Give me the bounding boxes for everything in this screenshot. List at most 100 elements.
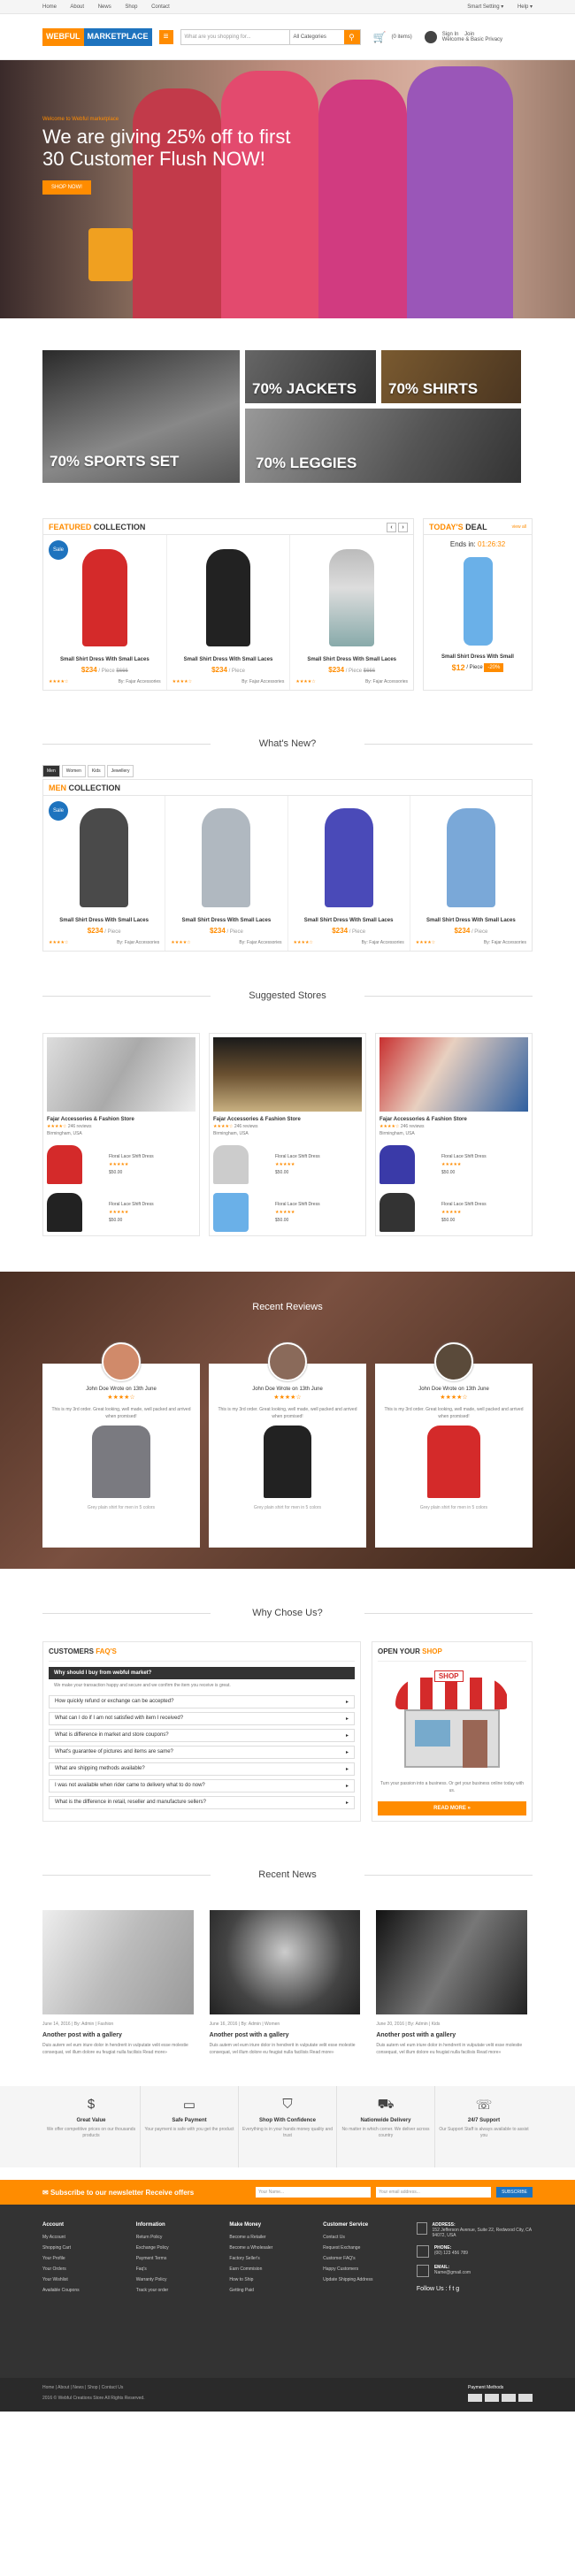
featured-collection: FEATURED COLLECTION ‹ › Sale Small Shirt … (42, 518, 414, 691)
features-bar: $ Great Value We offer competitive prices … (0, 2086, 575, 2167)
hero-model-3 (318, 80, 407, 318)
user-icon (424, 30, 437, 43)
bottom-bar: Home | About | News | Shop | Contact Us … (0, 2378, 575, 2412)
tab-kids[interactable]: Kids (87, 765, 105, 777)
search-input[interactable]: What are you shopping for... (181, 30, 289, 44)
truck-icon: ⛟ (377, 2097, 395, 2112)
store-card[interactable]: Fajar Accessories & Fashion Store ★★★★☆ … (375, 1033, 533, 1236)
faq-item[interactable]: What is the difference in retail, resell… (49, 1796, 355, 1809)
view-all-link[interactable]: view all (512, 524, 526, 530)
news-title[interactable]: Another post with a gallery (376, 2032, 527, 2038)
cart[interactable]: 🛒 (0 items) (373, 31, 412, 43)
next-arrow-icon[interactable]: › (398, 522, 408, 532)
account[interactable]: Sign In Join Welcome & Basic Privacy (424, 30, 502, 43)
prev-arrow-icon[interactable]: ‹ (387, 522, 396, 532)
search-icon[interactable]: ⚲ (343, 29, 360, 44)
faq-item[interactable]: What are shipping methods available? ▸ (49, 1762, 355, 1776)
product-card[interactable]: Small Shirt Dress With Small Laces $234 … (288, 796, 410, 951)
paypal-icon (502, 2394, 516, 2402)
hero-small-text: Welcome to Webful marketplace (42, 117, 119, 122)
news-card[interactable]: June 14, 2016 | By: Admin | Fashion Anot… (42, 1910, 199, 2056)
faq-item[interactable]: How quickly refund or exchange can be ac… (49, 1695, 355, 1708)
faq-item[interactable]: What can I do if I am not satisfied with… (49, 1712, 355, 1725)
top-links: Home About News Shop Contact (42, 4, 182, 10)
store-card[interactable]: Fajar Accessories & Fashion Store ★★★★☆ … (209, 1033, 366, 1236)
news-card[interactable]: June 20, 2016 | By: Admin | Kids Another… (376, 1910, 533, 2056)
top-link-news[interactable]: News (98, 4, 111, 10)
expand-icon: ▸ (345, 1700, 349, 1705)
faq-item[interactable]: What is difference in market and store c… (49, 1729, 355, 1742)
shield-icon: ⛉ (282, 2097, 293, 2112)
help-menu[interactable]: Help ▾ (518, 4, 533, 10)
product-name[interactable]: Small Shirt Dress With Small Laces (49, 657, 161, 662)
banner-shirts[interactable]: 70% SHIRTS (381, 350, 521, 403)
avatar (268, 1342, 307, 1381)
store-name[interactable]: Fajar Accessories & Fashion Store (213, 1117, 362, 1122)
banner-leggies[interactable]: 70% LEGGIES (245, 409, 521, 483)
store-card[interactable]: Fajar Accessories & Fashion Store ★★★★☆ … (42, 1033, 200, 1236)
product-name[interactable]: Small Shirt Dress With Small Laces (172, 657, 285, 662)
store-name[interactable]: Fajar Accessories & Fashion Store (47, 1117, 196, 1122)
phone-icon (416, 2245, 429, 2258)
sale-badge: Sale (49, 540, 68, 560)
menu-icon[interactable]: ≡ (158, 29, 173, 44)
signin-link[interactable]: Sign In (442, 32, 459, 37)
deal-product-name[interactable]: Small Shirt Dress With Small (424, 654, 532, 660)
feature-confidence: ⛉ Shop With Confidence Everything is in yo… (239, 2086, 337, 2167)
todays-deal: TODAY'S DEAL view all Ends in: 01:26:32 S… (423, 518, 533, 691)
news-title[interactable]: Another post with a gallery (210, 2032, 361, 2038)
newsletter-bar: ✉ Subscribe to our newsletter Receive of… (0, 2180, 575, 2205)
join-link[interactable]: Join (464, 32, 474, 37)
news-title[interactable]: Another post with a gallery (42, 2032, 194, 2038)
name-field[interactable]: Your Name... (256, 2187, 372, 2198)
top-bar: Home About News Shop Contact Smart Setti… (0, 0, 575, 14)
shop-now-button[interactable]: SHOP NOW! (42, 180, 91, 195)
email-field[interactable]: Your email address... (376, 2187, 492, 2198)
faq-item[interactable]: What's guarantee of pictures and items a… (49, 1746, 355, 1759)
recent-reviews: Recent Reviews John Doe Wrote on 13th Ju… (0, 1272, 575, 1569)
tab-jewellery[interactable]: Jewellery (106, 765, 134, 777)
hero-model-4 (407, 66, 513, 318)
product-name[interactable]: Small Shirt Dress With Small Laces (416, 918, 526, 923)
open-your-shop: OPEN YOUR SHOP SHOP Turn your passion in… (372, 1641, 533, 1822)
news-card[interactable]: June 16, 2016 | By: Admin | Women Anothe… (209, 1910, 366, 2056)
product-name[interactable]: Small Shirt Dress With Small Laces (49, 918, 159, 923)
subscribe-button[interactable]: SUBSCRIBE (496, 2187, 533, 2198)
expand-icon: ▸ (345, 1716, 349, 1722)
hero-headline: We are giving 25% off to first 30 Custom… (42, 126, 291, 170)
tab-women[interactable]: Women (61, 765, 86, 777)
banner-jackets[interactable]: 70% JACKETS (245, 350, 376, 403)
category-select[interactable]: All Categories (288, 29, 344, 44)
recent-news-title: Recent News (42, 1869, 533, 1880)
product-card[interactable]: Small Shirt Dress With Small Laces $234 … (165, 796, 288, 951)
product-card[interactable]: Sale Small Shirt Dress With Small Laces … (43, 535, 167, 690)
product-card[interactable]: Small Shirt Dress With Small Laces $234 … (167, 535, 291, 690)
tab-men[interactable]: Men (42, 765, 60, 777)
top-link-home[interactable]: Home (42, 4, 57, 10)
hero-model-2 (221, 71, 318, 318)
product-card[interactable]: Small Shirt Dress With Small Laces $234 … (290, 535, 413, 690)
top-link-contact[interactable]: Contact (151, 4, 170, 10)
smart-setting-menu[interactable]: Smart Setting ▾ (467, 4, 503, 10)
card-icon: ▭ (182, 2098, 196, 2113)
store-name[interactable]: Fajar Accessories & Fashion Store (380, 1117, 528, 1122)
product-name[interactable]: Small Shirt Dress With Small Laces (294, 918, 404, 923)
product-card[interactable]: Sale Small Shirt Dress With Small Laces … (43, 796, 166, 951)
bottom-links[interactable]: Home | About | News | Shop | Contact Us (42, 2385, 145, 2390)
faq-item[interactable]: I was not available when rider came to d… (49, 1779, 355, 1792)
product-card[interactable]: Small Shirt Dress With Small Laces $234 … (410, 796, 532, 951)
review-card: John Doe Wrote on 13th June ★★★★☆ This i… (209, 1342, 366, 1548)
men-collection: MEN COLLECTION Sale Small Shirt Dress Wi… (42, 779, 533, 952)
logo[interactable]: WEBFUL MARKETPLACE (42, 27, 152, 46)
facebook-icon[interactable]: f (448, 2286, 450, 2292)
footer-contact: ADDRESS: 152 Jefferson Avenue, Suite 22, … (416, 2222, 532, 2292)
faq-open-question[interactable]: Why should I buy from webful market? (49, 1667, 355, 1679)
google-icon[interactable]: g (456, 2286, 459, 2292)
product-name[interactable]: Small Shirt Dress With Small Laces (171, 918, 281, 923)
top-link-about[interactable]: About (70, 4, 84, 10)
top-link-shop[interactable]: Shop (125, 4, 137, 10)
read-more-button[interactable]: READ MORE » (378, 1801, 526, 1815)
product-name[interactable]: Small Shirt Dress With Small Laces (295, 657, 408, 662)
twitter-icon[interactable]: t (452, 2286, 454, 2292)
banner-sports-set[interactable]: 70% SPORTS SET (42, 350, 240, 483)
